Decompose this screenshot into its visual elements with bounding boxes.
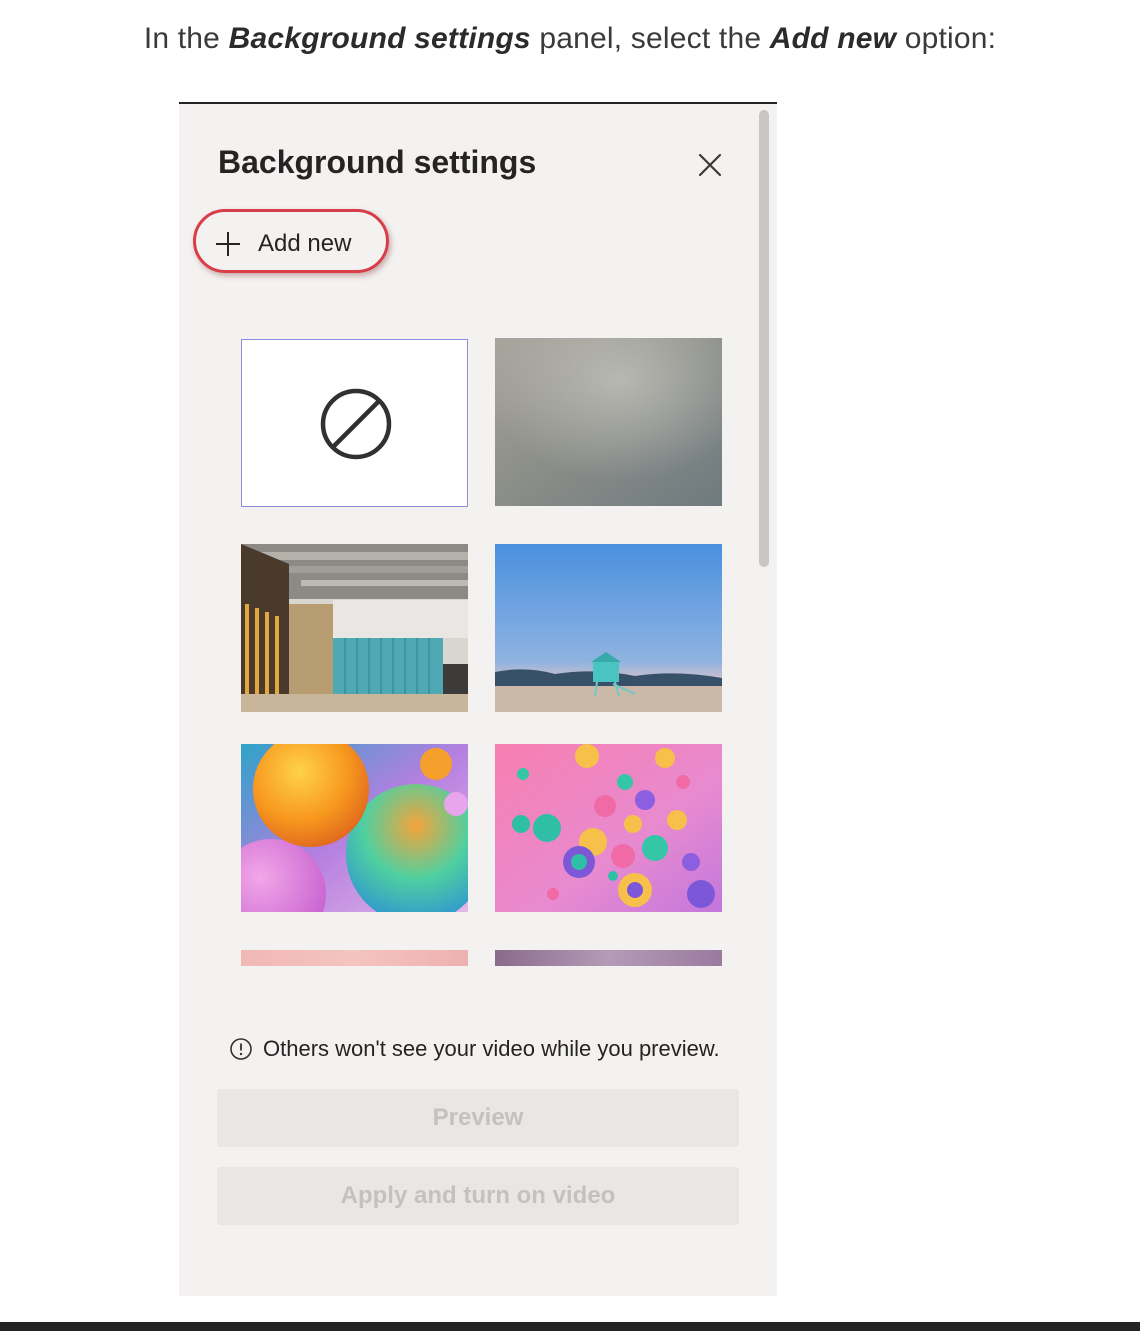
add-new-label: Add new — [258, 230, 352, 257]
background-tile-blur[interactable] — [495, 338, 722, 506]
instruction-text: In the Background settings panel, select… — [0, 22, 1140, 56]
instruction-middle: panel, select the — [530, 22, 770, 55]
preview-button[interactable]: Preview — [217, 1089, 739, 1147]
background-tile-spheres[interactable] — [241, 744, 468, 912]
close-icon[interactable] — [697, 152, 723, 178]
background-tile-beach[interactable] — [495, 544, 722, 712]
background-tile-office[interactable] — [241, 544, 468, 712]
panel-title: Background settings — [218, 144, 537, 180]
no-background-icon — [320, 388, 392, 460]
page-bottom-border — [0, 1322, 1140, 1331]
background-tile-purple[interactable] — [495, 950, 722, 966]
instruction-option-name: Add new — [769, 22, 897, 55]
instruction-prefix: In the — [143, 22, 229, 55]
background-tile-balls[interactable] — [495, 744, 722, 912]
background-tile-pink[interactable] — [241, 950, 468, 966]
preview-info: Others won't see your video while you pr… — [229, 1036, 720, 1062]
preview-info-text: Others won't see your video while you pr… — [263, 1036, 720, 1061]
plus-icon — [214, 230, 242, 258]
info-icon — [229, 1037, 253, 1061]
panel-scrollbar[interactable] — [759, 110, 769, 567]
instruction-panel-name: Background settings — [228, 22, 531, 55]
add-new-button[interactable]: Add new — [214, 222, 351, 266]
apply-and-turn-on-video-button[interactable]: Apply and turn on video — [217, 1167, 739, 1225]
background-tile-none[interactable] — [241, 339, 468, 507]
instruction-suffix: option: — [896, 22, 997, 55]
